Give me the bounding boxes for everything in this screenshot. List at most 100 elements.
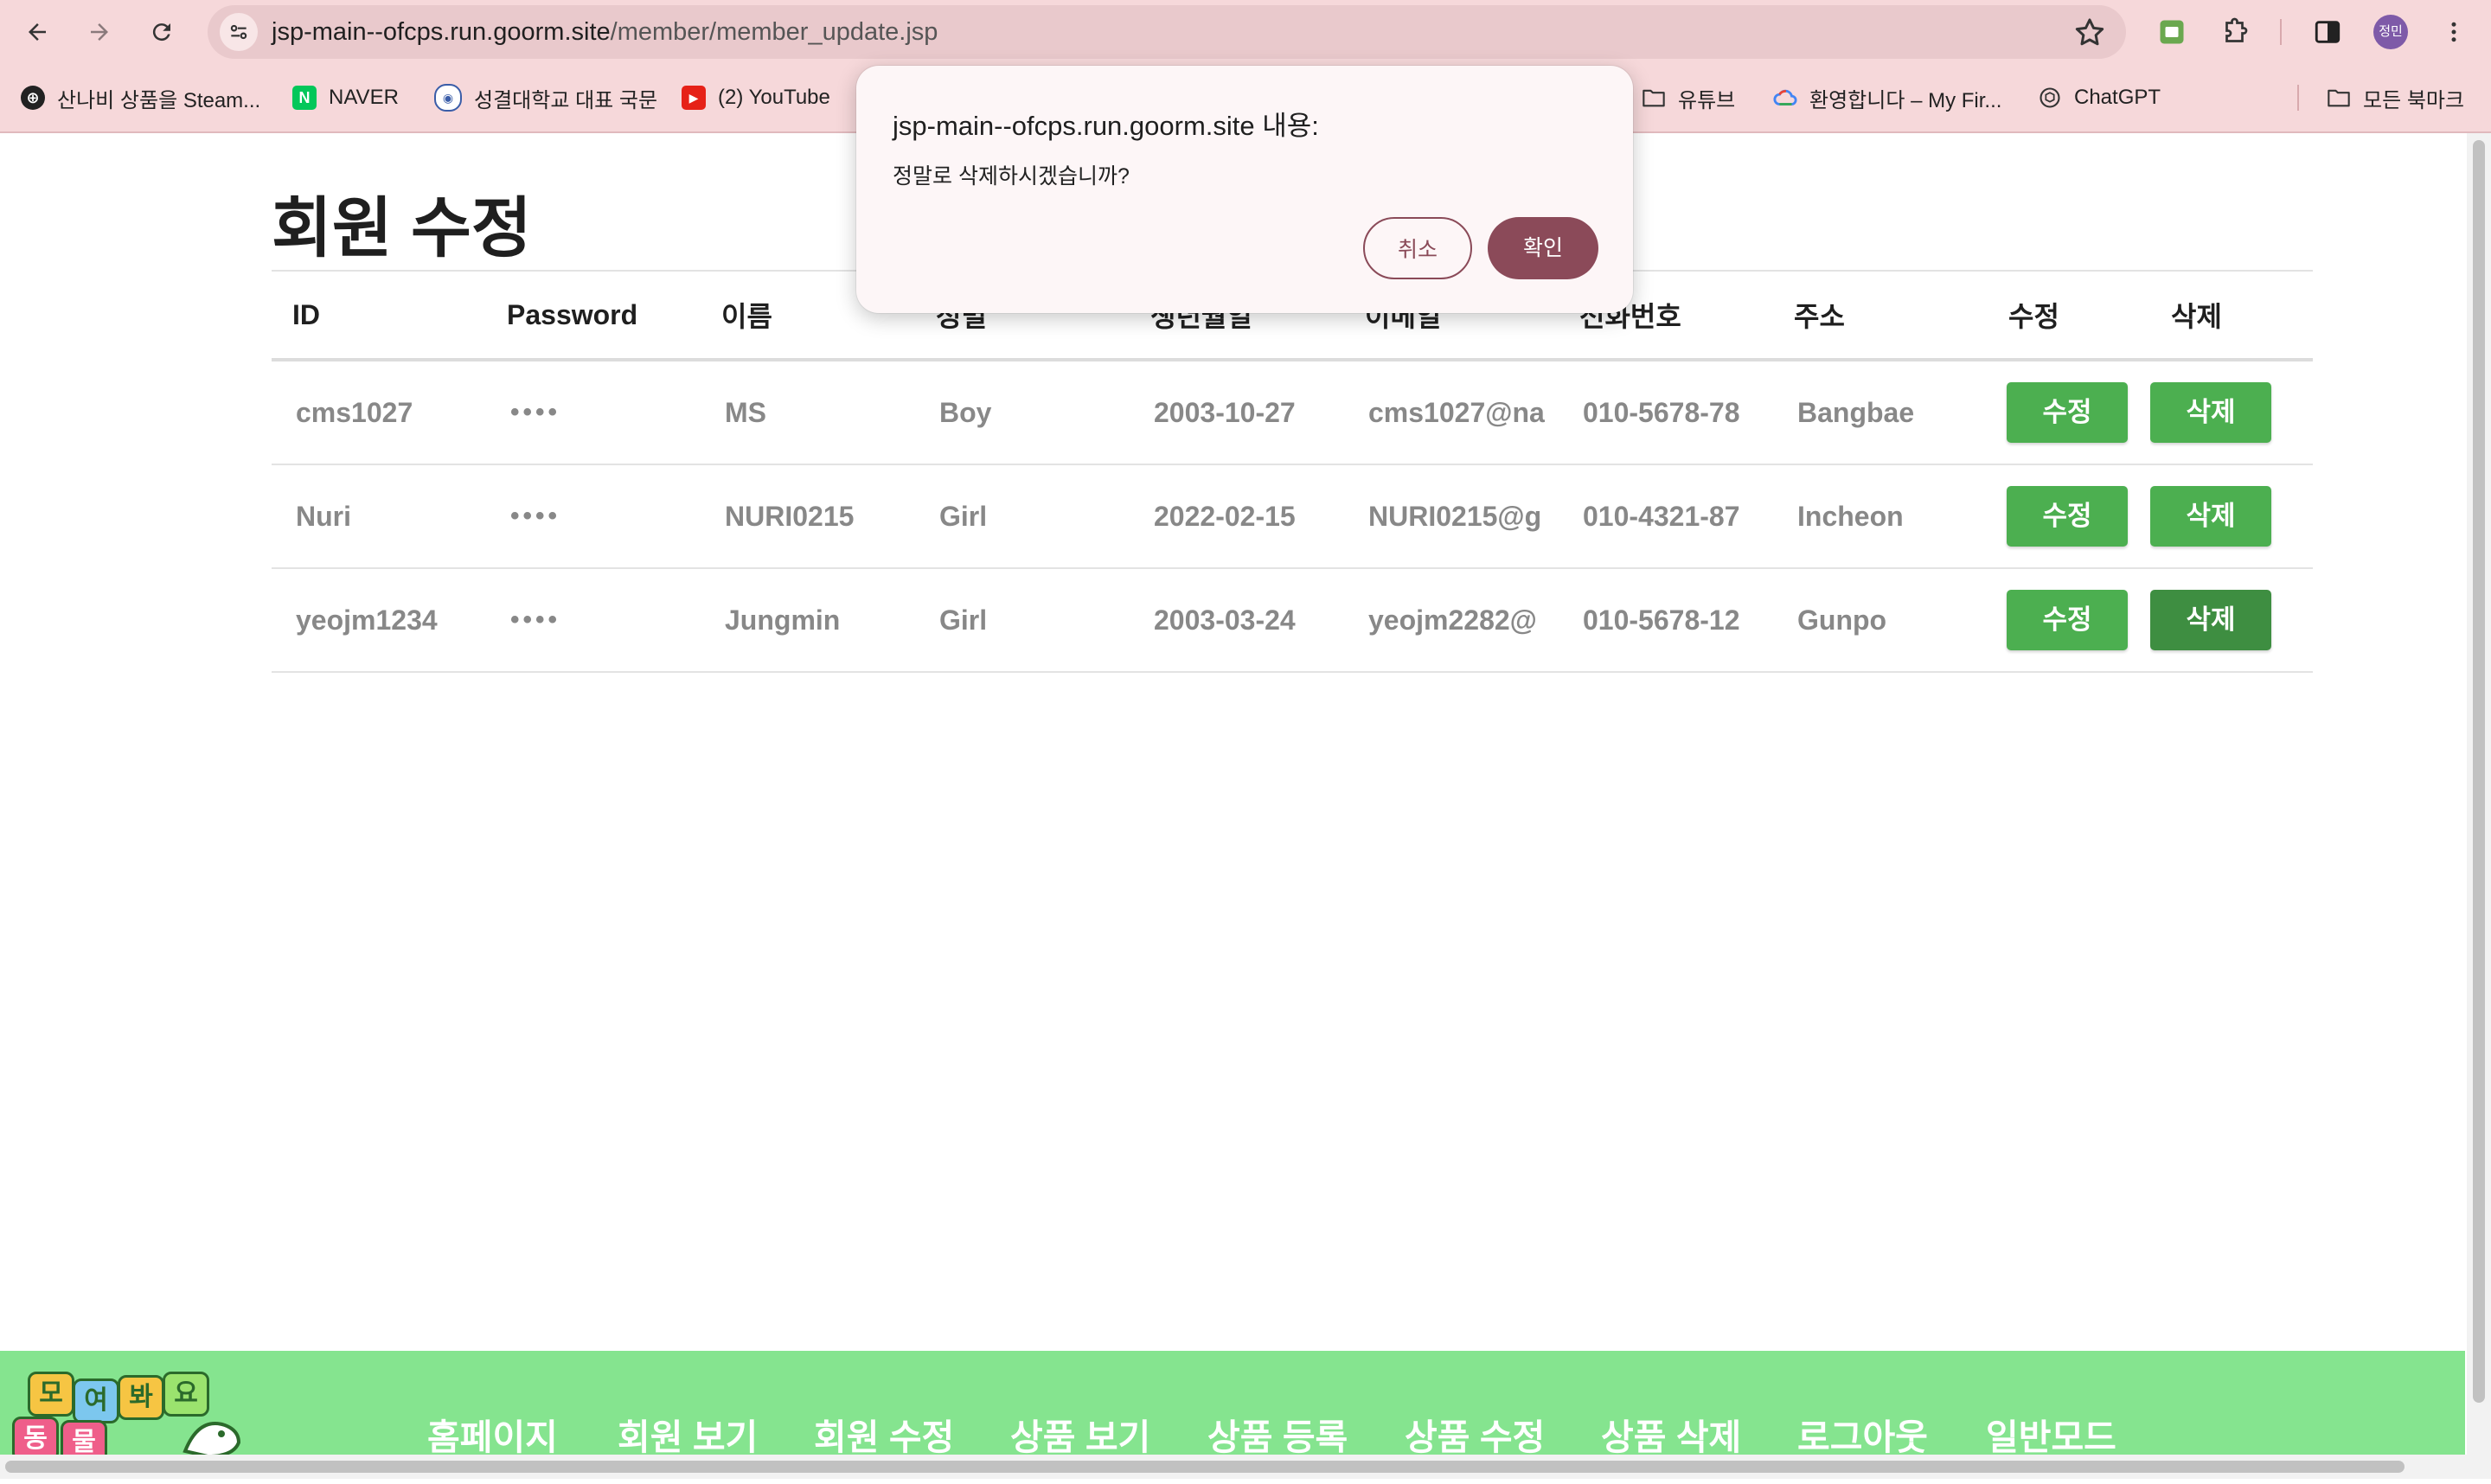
- ok-button[interactable]: 확인: [1488, 217, 1598, 279]
- cell-edit: 수정: [1988, 568, 2150, 673]
- bookmark-label: 환영합니다 – My Fir...: [1809, 88, 2002, 112]
- back-button[interactable]: [14, 9, 61, 55]
- folder-icon: [1642, 86, 1666, 110]
- bookmark-folder[interactable]: 유튜브: [1642, 81, 1735, 114]
- url-text[interactable]: jsp-main--ofcps.run.goorm.site/member/me…: [272, 5, 938, 59]
- profile-avatar[interactable]: 정민: [2373, 15, 2408, 49]
- bookmark-label: 모든 북마크: [2363, 88, 2465, 112]
- bookmark-item[interactable]: N NAVER: [292, 81, 399, 114]
- dialog-title: jsp-main--ofcps.run.goorm.site 내용:: [893, 111, 1319, 141]
- bookmark-item[interactable]: ⊕ 산나비 상품을 Steam...: [21, 81, 260, 114]
- cell-password: ••••: [486, 464, 701, 569]
- side-panel-button[interactable]: [2308, 12, 2347, 52]
- reload-button[interactable]: [138, 9, 185, 55]
- cell-edit: 수정: [1988, 360, 2150, 465]
- horizontal-scroll-thumb[interactable]: [5, 1461, 2405, 1473]
- bookmark-star-icon[interactable]: [2072, 16, 2107, 50]
- extensions-menu-button[interactable]: [2216, 12, 2256, 52]
- delete-button[interactable]: 삭제: [2150, 382, 2271, 443]
- logo-crocodile-icon: [183, 1422, 241, 1459]
- nav-link-product-delete[interactable]: 상품 삭제: [1601, 1408, 1741, 1460]
- column-header: 수정: [1988, 270, 2150, 361]
- nav-link-normal-mode[interactable]: 일반모드: [1986, 1408, 2116, 1460]
- cell-gender: Boy: [915, 360, 1130, 465]
- edit-button[interactable]: 수정: [2007, 382, 2128, 443]
- nav-link-product-view[interactable]: 상품 보기: [1010, 1408, 1150, 1460]
- horizontal-scrollbar[interactable]: [0, 1455, 2467, 1479]
- back-arrow-icon: [29, 23, 46, 41]
- delete-button[interactable]: 삭제: [2150, 590, 2271, 650]
- column-header: 주소: [1773, 270, 1988, 361]
- nav-link-member-view[interactable]: 회원 보기: [618, 1408, 758, 1460]
- bookmark-label: NAVER: [329, 86, 399, 109]
- nav-link-product-register[interactable]: 상품 등록: [1207, 1408, 1348, 1460]
- forward-arrow-icon: [91, 23, 108, 41]
- cell-id: Nuri: [272, 464, 486, 569]
- cell-email: cms1027@na: [1344, 360, 1559, 465]
- cell-id: cms1027: [272, 360, 486, 465]
- steam-globe-icon: ⊕: [21, 86, 45, 110]
- address-bar[interactable]: jsp-main--ofcps.run.goorm.site/member/me…: [208, 5, 2126, 59]
- cell-address: Gunpo: [1773, 568, 1988, 673]
- puzzle-icon: [2225, 17, 2248, 42]
- confirm-dialog: jsp-main--ofcps.run.goorm.site 내용: 정말로 삭…: [856, 66, 1633, 313]
- cell-password: ••••: [486, 568, 701, 673]
- cell-address: Incheon: [1773, 464, 1988, 569]
- dialog-message: 정말로 삭제하시겠습니까?: [893, 164, 1130, 189]
- bookmark-label: 성결대학교 대표 국문: [474, 88, 658, 112]
- bookmark-item[interactable]: ▶ (2) YouTube: [682, 81, 830, 114]
- cancel-button[interactable]: 취소: [1363, 217, 1472, 279]
- site-footer: 모 여 봐 요 동 물 홈페이지 회원 보기 회원 수정 상품 보기 상품 등록…: [0, 1351, 2465, 1472]
- cell-address: Bangbae: [1773, 360, 1988, 465]
- google-cloud-icon: [1773, 86, 1797, 110]
- cell-name: MS: [701, 360, 915, 465]
- cell-password: ••••: [486, 360, 701, 465]
- bookmark-item[interactable]: ◉ 성결대학교 대표 국문: [434, 81, 657, 114]
- cell-gender: Girl: [915, 464, 1130, 569]
- vertical-scroll-thumb[interactable]: [2473, 140, 2485, 1403]
- column-header: Password: [486, 270, 701, 361]
- delete-button[interactable]: 삭제: [2150, 486, 2271, 547]
- logo-letter: 여: [73, 1378, 119, 1423]
- url-path: /member/member_update.jsp: [610, 18, 938, 46]
- cell-id: yeojm1234: [272, 568, 486, 673]
- bookmark-label: (2) YouTube: [718, 86, 830, 109]
- cell-name: Jungmin: [701, 568, 915, 673]
- edit-button[interactable]: 수정: [2007, 590, 2128, 650]
- bookmark-item[interactable]: ChatGPT: [2038, 81, 2161, 114]
- naver-icon: N: [292, 86, 317, 110]
- cell-delete: 삭제: [2150, 464, 2313, 569]
- extension-button[interactable]: [2152, 12, 2192, 52]
- nav-link-logout[interactable]: 로그아웃: [1797, 1408, 1928, 1460]
- cell-name: NURI0215: [701, 464, 915, 569]
- vertical-scrollbar[interactable]: [2467, 133, 2491, 1479]
- cell-email: NURI0215@g: [1344, 464, 1559, 569]
- nav-link-home[interactable]: 홈페이지: [427, 1408, 558, 1460]
- toolbar-divider: [2280, 19, 2282, 45]
- table-row: yeojm1234 •••• Jungmin Girl 2003-03-24 y…: [272, 568, 2313, 673]
- url-host: jsp-main--ofcps.run.goorm.site: [272, 18, 611, 46]
- university-icon: ◉: [434, 84, 462, 112]
- chatgpt-icon: [2038, 86, 2062, 110]
- nav-link-member-update[interactable]: 회원 수정: [814, 1408, 954, 1460]
- cell-email: yeojm2282@: [1344, 568, 1559, 673]
- forward-button[interactable]: [76, 9, 123, 55]
- member-table: ID Password 이름 성별 생년월일 이메일 전화번호 주소 수정 삭제…: [272, 270, 2313, 673]
- edit-button[interactable]: 수정: [2007, 486, 2128, 547]
- all-bookmarks-folder[interactable]: 모든 북마크: [2327, 81, 2464, 114]
- cell-delete: 삭제: [2150, 568, 2313, 673]
- browser-menu-button[interactable]: [2434, 12, 2474, 52]
- site-settings-icon[interactable]: [220, 13, 258, 51]
- logo-letter: 봐: [118, 1375, 164, 1420]
- bookmark-item[interactable]: 환영합니다 – My Fir...: [1773, 81, 2001, 114]
- side-panel-icon: [2315, 21, 2341, 43]
- cell-phone: 010-4321-87: [1559, 464, 1773, 569]
- cell-birth: 2003-03-24: [1130, 568, 1344, 673]
- table-row: Nuri •••• NURI0215 Girl 2022-02-15 NURI0…: [272, 464, 2313, 569]
- page-content: 회원 수정 ID Password 이름 성별 생년월일 이메일 전화번호 주소…: [0, 133, 2465, 1349]
- bookmarks-divider: [2297, 85, 2299, 111]
- extension-green-icon: [2160, 20, 2184, 44]
- reload-icon: [152, 23, 170, 42]
- page-title: 회원 수정: [272, 192, 532, 265]
- nav-link-product-update[interactable]: 상품 수정: [1405, 1408, 1545, 1460]
